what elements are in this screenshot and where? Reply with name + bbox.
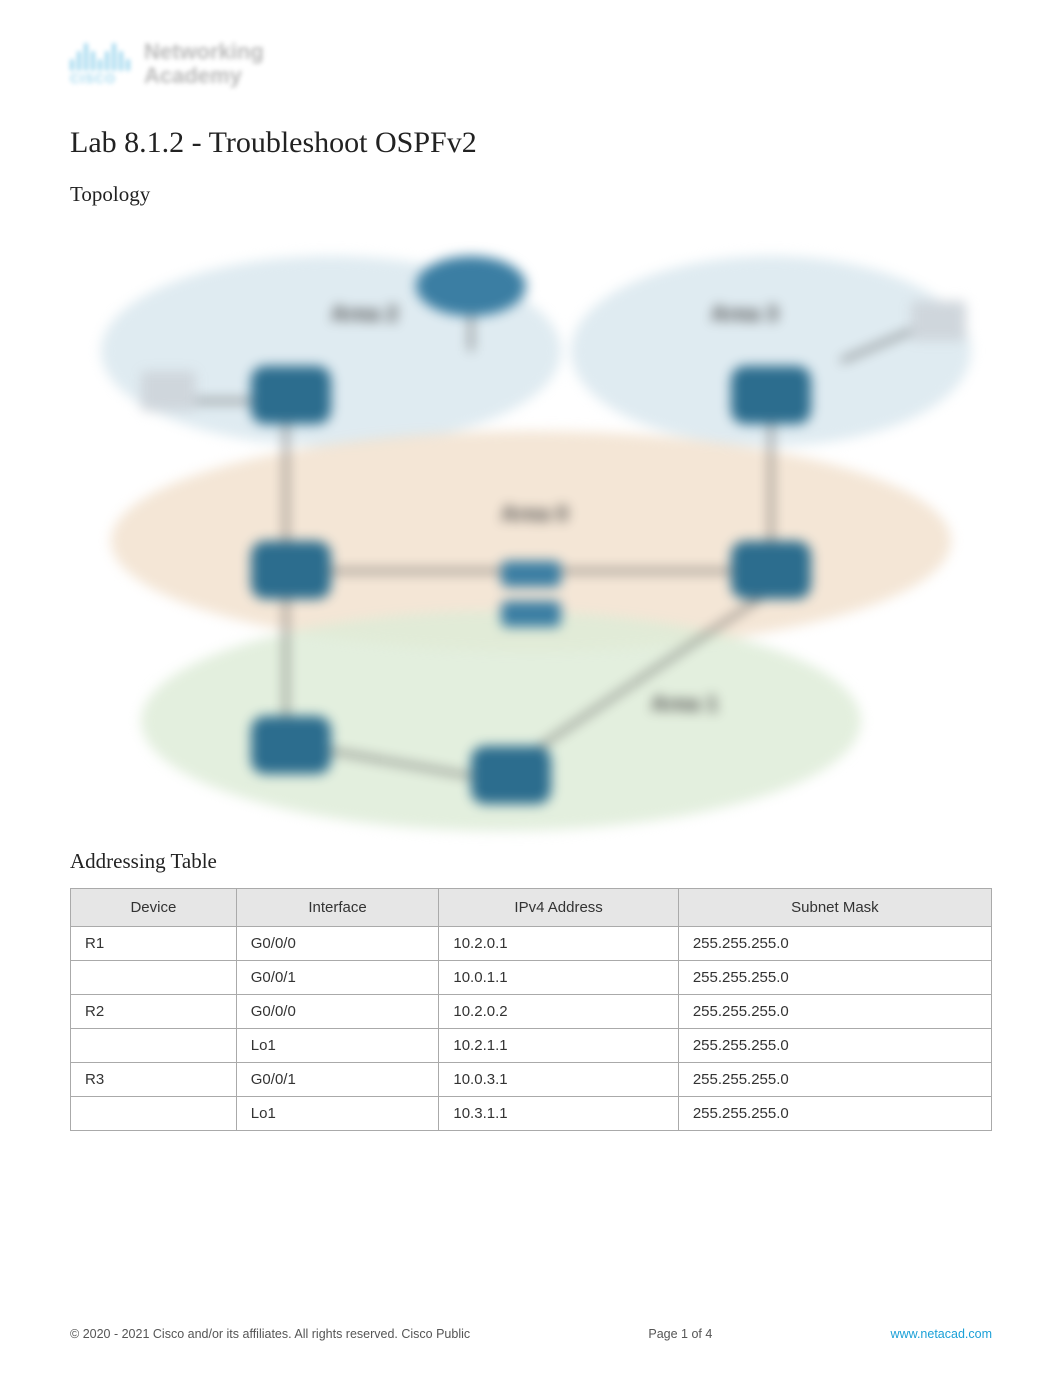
svg-text:Area 1: Area 1 xyxy=(651,691,718,716)
cell-mask: 255.255.255.0 xyxy=(678,1063,991,1097)
logo-program-line2: Academy xyxy=(144,64,264,88)
table-row: R1 G0/0/0 10.2.0.1 255.255.255.0 xyxy=(71,927,992,961)
cisco-logo: CISCO Networking Academy xyxy=(70,40,992,88)
cell-device: R2 xyxy=(71,995,237,1029)
topology-diagram: Area 3 Area 2 Area 0 Area 1 xyxy=(71,221,991,841)
logo-brand: CISCO xyxy=(70,71,130,86)
cell-interface: G0/0/0 xyxy=(236,995,439,1029)
cisco-bars-icon xyxy=(70,43,130,71)
cell-device xyxy=(71,961,237,995)
cell-interface: Lo1 xyxy=(236,1097,439,1131)
section-addressing: Addressing Table xyxy=(70,849,992,874)
svg-text:Area 2: Area 2 xyxy=(331,301,398,326)
section-topology: Topology xyxy=(70,182,992,207)
th-mask: Subnet Mask xyxy=(678,889,991,927)
cell-mask: 255.255.255.0 xyxy=(678,927,991,961)
table-row: G0/0/1 10.0.1.1 255.255.255.0 xyxy=(71,961,992,995)
svg-text:Area 3: Area 3 xyxy=(711,301,778,326)
table-row: R2 G0/0/0 10.2.0.2 255.255.255.0 xyxy=(71,995,992,1029)
cell-interface: G0/0/0 xyxy=(236,927,439,961)
svg-text:Area 0: Area 0 xyxy=(501,501,568,526)
th-interface: Interface xyxy=(236,889,439,927)
cell-ip: 10.2.0.2 xyxy=(439,995,678,1029)
cell-interface: Lo1 xyxy=(236,1029,439,1063)
table-row: Lo1 10.3.1.1 255.255.255.0 xyxy=(71,1097,992,1131)
cell-interface: G0/0/1 xyxy=(236,1063,439,1097)
cell-ip: 10.3.1.1 xyxy=(439,1097,678,1131)
cell-ip: 10.2.1.1 xyxy=(439,1029,678,1063)
table-row: R3 G0/0/1 10.0.3.1 255.255.255.0 xyxy=(71,1063,992,1097)
page-footer: 2020 - 2021 Cisco and/or its affiliates.… xyxy=(70,1327,992,1341)
th-ip: IPv4 Address xyxy=(439,889,678,927)
cell-device: R3 xyxy=(71,1063,237,1097)
cell-ip: 10.0.3.1 xyxy=(439,1063,678,1097)
table-header-row: Device Interface IPv4 Address Subnet Mas… xyxy=(71,889,992,927)
cell-mask: 255.255.255.0 xyxy=(678,1097,991,1131)
page-title: Lab 8.1.2 - Troubleshoot OSPFv2 xyxy=(70,126,992,160)
cell-mask: 255.255.255.0 xyxy=(678,961,991,995)
th-device: Device xyxy=(71,889,237,927)
footer-page: Page 1 of 4 xyxy=(648,1327,712,1341)
cell-ip: 10.0.1.1 xyxy=(439,961,678,995)
cell-interface: G0/0/1 xyxy=(236,961,439,995)
footer-copyright: 2020 - 2021 Cisco and/or its affiliates.… xyxy=(70,1327,470,1341)
cell-device xyxy=(71,1029,237,1063)
cell-device xyxy=(71,1097,237,1131)
cell-ip: 10.2.0.1 xyxy=(439,927,678,961)
cell-device: R1 xyxy=(71,927,237,961)
topology-svg: Area 3 Area 2 Area 0 Area 1 xyxy=(71,221,991,841)
footer-link[interactable]: www.netacad.com xyxy=(891,1327,992,1341)
table-row: Lo1 10.2.1.1 255.255.255.0 xyxy=(71,1029,992,1063)
cell-mask: 255.255.255.0 xyxy=(678,1029,991,1063)
logo-program-line1: Networking xyxy=(144,40,264,64)
addressing-table: Device Interface IPv4 Address Subnet Mas… xyxy=(70,888,992,1131)
cell-mask: 255.255.255.0 xyxy=(678,995,991,1029)
